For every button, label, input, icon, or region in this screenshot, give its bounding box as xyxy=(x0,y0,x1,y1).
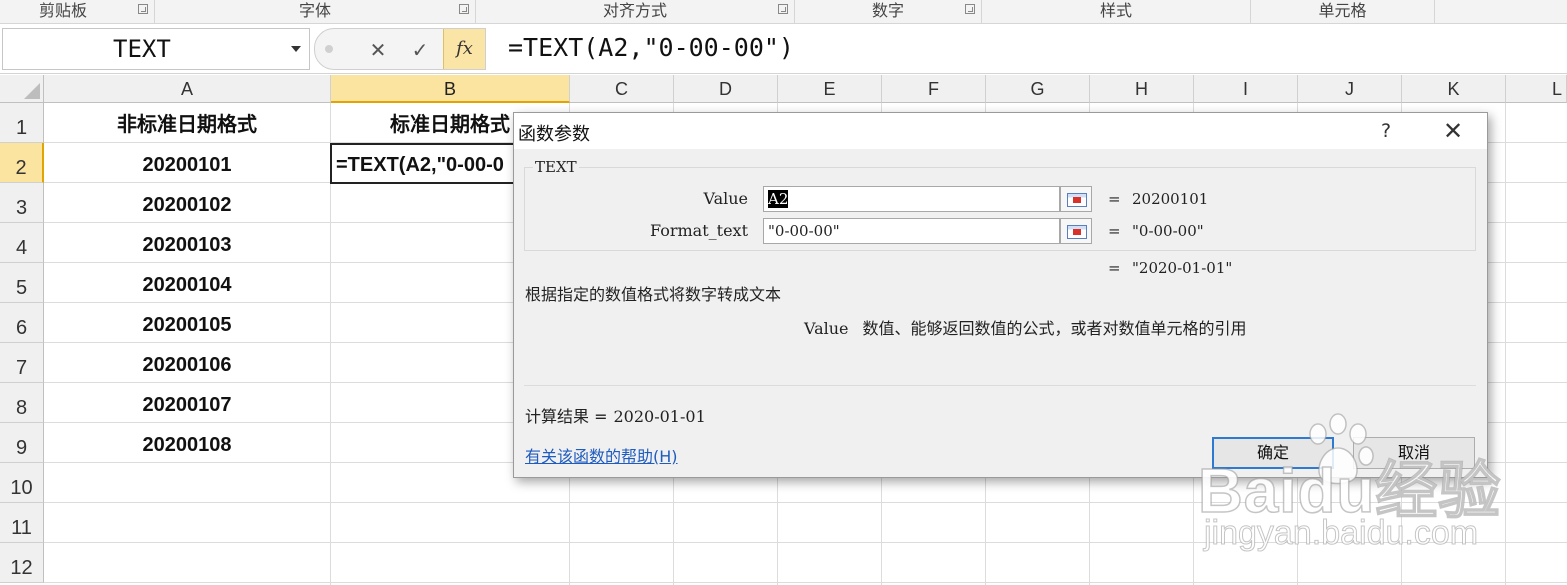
cell-a7[interactable]: 20200106 xyxy=(44,343,330,383)
arg-label-format-text: Format_text xyxy=(650,221,748,240)
select-all-corner[interactable] xyxy=(0,75,44,103)
formula-result: "2020-01-01" xyxy=(1132,259,1233,277)
column-header-d[interactable]: D xyxy=(674,75,778,103)
ribbon-group-number: 数字 xyxy=(795,0,982,24)
column-header-i[interactable]: I xyxy=(1194,75,1298,103)
result-value: 2020-01-01 xyxy=(613,407,706,426)
equals-sign: = xyxy=(1108,190,1121,208)
formula-bar: TEXT ✕ ✓ fx =TEXT(A2,"0-00-00") xyxy=(0,24,1567,74)
row-header-12[interactable]: 12 xyxy=(0,543,44,583)
column-header-h[interactable]: H xyxy=(1090,75,1194,103)
arg-label-value: Value xyxy=(703,189,748,208)
equals-sign: = xyxy=(1108,259,1121,277)
column-header-e[interactable]: E xyxy=(778,75,882,103)
dialog-launcher-icon[interactable] xyxy=(459,4,469,14)
ribbon-group-label: 剪贴板 xyxy=(38,1,87,20)
ribbon-group-bar: 剪贴板 字体 对齐方式 数字 样式 单元格 xyxy=(0,0,1567,24)
row-header-2[interactable]: 2 xyxy=(0,143,44,183)
parameter-description: Value 数值、能够返回数值的公式，或者对数值单元格的引用 xyxy=(804,315,1247,339)
name-box-value: TEXT xyxy=(113,35,171,63)
row-header-9[interactable]: 9 xyxy=(0,423,44,463)
row-header-7[interactable]: 7 xyxy=(0,343,44,383)
checkmark-icon[interactable]: ✓ xyxy=(405,35,435,65)
column-header-b[interactable]: B xyxy=(331,75,570,103)
collapse-dialog-icon[interactable] xyxy=(1060,218,1092,244)
ribbon-group-label: 数字 xyxy=(871,1,904,20)
close-icon[interactable]: ✕ xyxy=(1438,117,1468,145)
cell-a2[interactable]: 20200101 xyxy=(44,143,330,183)
ribbon-group-styles: 样式 xyxy=(982,0,1251,24)
cell-a6[interactable]: 20200105 xyxy=(44,303,330,343)
dialog-title-bar[interactable]: 函数参数 ? ✕ xyxy=(514,113,1487,149)
cell-a3[interactable]: 20200102 xyxy=(44,183,330,223)
cell-a9[interactable]: 20200108 xyxy=(44,423,330,463)
row-header-11[interactable]: 11 xyxy=(0,503,44,543)
cell-a8[interactable]: 20200107 xyxy=(44,383,330,423)
value-input-text: A2 xyxy=(768,190,789,208)
function-description: 根据指定的数值格式将数字转成文本 xyxy=(525,285,782,304)
watermark-url: jingyan.baidu.com xyxy=(1203,514,1479,553)
ribbon-group-alignment: 对齐方式 xyxy=(476,0,795,24)
column-header-f[interactable]: F xyxy=(882,75,986,103)
row-header-10[interactable]: 10 xyxy=(0,463,44,503)
insert-function-icon[interactable]: fx xyxy=(443,29,485,69)
format-text-result: "0-00-00" xyxy=(1132,222,1204,240)
column-header-k[interactable]: K xyxy=(1402,75,1506,103)
divider xyxy=(524,385,1476,386)
row-header-1[interactable]: 1 xyxy=(0,103,44,143)
cell-a4[interactable]: 20200103 xyxy=(44,223,330,263)
column-header-c[interactable]: C xyxy=(570,75,674,103)
ribbon-group-clipboard: 剪贴板 xyxy=(0,0,155,24)
ribbon-group-font: 字体 xyxy=(155,0,476,24)
formula-buttons: ✕ ✓ fx xyxy=(314,28,486,70)
result-label: 计算结果 = xyxy=(525,407,608,426)
dialog-launcher-icon[interactable] xyxy=(778,4,788,14)
column-header-a[interactable]: A xyxy=(44,75,331,103)
ribbon-group-label: 字体 xyxy=(298,1,331,20)
name-box[interactable]: TEXT xyxy=(2,28,310,70)
row-header-6[interactable]: 6 xyxy=(0,303,44,343)
resize-grip-icon[interactable] xyxy=(325,45,333,53)
excel-window: 剪贴板 字体 对齐方式 数字 样式 单元格 TEXT ✕ ✓ fx =TEXT(… xyxy=(0,0,1567,585)
format-text-input-text: "0-00-00" xyxy=(768,222,840,240)
cell-a1[interactable]: 非标准日期格式 xyxy=(44,103,330,143)
collapse-dialog-icon[interactable] xyxy=(1060,186,1092,212)
parameter-help-text: 数值、能够返回数值的公式，或者对数值单元格的引用 xyxy=(862,319,1247,338)
format-text-input[interactable]: "0-00-00" xyxy=(763,218,1060,244)
row-header-4[interactable]: 4 xyxy=(0,223,44,263)
calculation-result: 计算结果 = 2020-01-01 xyxy=(525,403,706,427)
row-header-3[interactable]: 3 xyxy=(0,183,44,223)
help-icon[interactable]: ? xyxy=(1374,117,1398,145)
ribbon-group-label: 单元格 xyxy=(1318,1,1367,20)
ribbon-group-cells: 单元格 xyxy=(1251,0,1435,24)
chevron-down-icon[interactable] xyxy=(291,46,301,52)
formula-input[interactable]: =TEXT(A2,"0-00-00") xyxy=(508,33,794,62)
value-result: 20200101 xyxy=(1132,190,1209,208)
cancel-icon[interactable]: ✕ xyxy=(363,35,393,65)
column-header-l[interactable]: L xyxy=(1506,75,1567,103)
function-help-link[interactable]: 有关该函数的帮助(H) xyxy=(525,443,678,467)
dialog-title: 函数参数 xyxy=(518,124,590,145)
row-header-5[interactable]: 5 xyxy=(0,263,44,303)
column-header-j[interactable]: J xyxy=(1298,75,1402,103)
equals-sign: = xyxy=(1108,222,1121,240)
parameter-name: Value xyxy=(804,319,849,338)
cell-b2-editor[interactable]: =TEXT(A2,"0-00-0 xyxy=(330,143,516,184)
dialog-launcher-icon[interactable] xyxy=(138,4,148,14)
ribbon-group-label: 样式 xyxy=(1099,1,1132,20)
dialog-launcher-icon[interactable] xyxy=(965,4,975,14)
row-header-8[interactable]: 8 xyxy=(0,383,44,423)
cell-a5[interactable]: 20200104 xyxy=(44,263,330,303)
ribbon-group-label: 对齐方式 xyxy=(602,1,667,20)
value-input[interactable]: A2 xyxy=(763,186,1060,212)
column-header-g[interactable]: G xyxy=(986,75,1090,103)
function-name-label: TEXT xyxy=(533,158,579,176)
